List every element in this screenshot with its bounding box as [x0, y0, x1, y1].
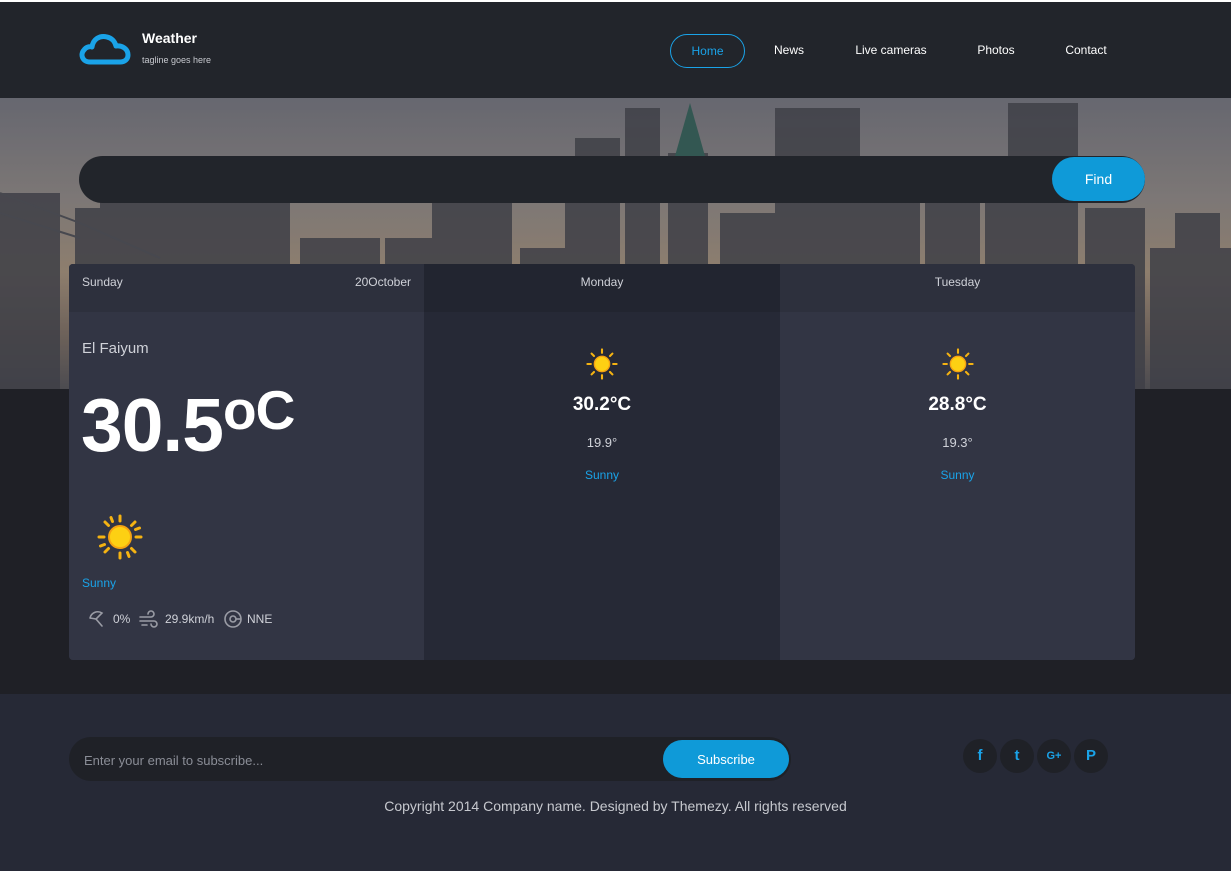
temperature-unit: oC — [222, 379, 295, 441]
email-subscribe-input[interactable] — [82, 737, 646, 783]
forecast-condition: Sunny — [584, 468, 620, 482]
forecast-day: Monday — [580, 275, 624, 289]
forecast-condition: Sunny — [940, 468, 975, 482]
forecast-low: 19.9° — [586, 435, 618, 450]
nav-photos[interactable]: Photos — [972, 34, 1020, 66]
wind-direction-value: NNE — [247, 612, 273, 626]
today-condition: Sunny — [82, 576, 117, 590]
forecast-card-tuesday: Tuesday 28.8°C 19.3° Sunny — [780, 264, 1135, 660]
copyright-text: Copyright 2014 Company name. Designed by… — [384, 798, 847, 814]
precipitation-value: 0% — [113, 612, 131, 626]
current-temperature: 30.5oC — [81, 379, 295, 468]
forecast-header: Tuesday — [780, 264, 1135, 312]
search-bar: Find — [79, 156, 1145, 205]
nav-live-cameras[interactable]: Live cameras — [852, 34, 930, 66]
wind-icon — [139, 610, 158, 628]
find-button[interactable]: Find — [1052, 157, 1145, 201]
twitter-icon[interactable]: t — [1000, 739, 1034, 773]
search-input[interactable] — [99, 156, 1043, 205]
today-date: 20October — [354, 275, 411, 289]
subscribe-button[interactable]: Subscribe — [663, 740, 789, 778]
today-day: Sunday — [82, 275, 123, 289]
main-nav: Home News Live cameras Photos Contact — [0, 34, 1231, 68]
forecast-low: 19.3° — [942, 435, 973, 450]
facebook-icon[interactable]: f — [963, 739, 997, 773]
current-temperature-value: 30.5 — [81, 383, 224, 467]
compass-icon — [224, 610, 242, 628]
today-header: Sunday 20October — [69, 264, 424, 312]
site-header: Weather tagline goes here Home News Live… — [0, 2, 1231, 98]
subscribe-form: Subscribe — [69, 737, 791, 783]
forecast-high: 30.2°C — [572, 394, 632, 415]
forecast-panel: Sunday 20October El Faiyum 30.5oC Sunny — [69, 264, 1135, 660]
today-card: Sunday 20October El Faiyum 30.5oC Sunny — [69, 264, 424, 660]
umbrella-icon — [89, 611, 104, 627]
nav-contact[interactable]: Contact — [1061, 34, 1111, 66]
forecast-high: 28.8°C — [928, 394, 987, 415]
forecast-header: Monday — [424, 264, 780, 312]
google-plus-icon[interactable]: G+ — [1037, 739, 1071, 773]
wind-speed-value: 29.9km/h — [165, 612, 215, 626]
nav-news[interactable]: News — [768, 34, 810, 66]
forecast-card-monday: Monday 30.2°C 19.9° Sunny — [424, 264, 780, 660]
forecast-day: Tuesday — [934, 275, 981, 289]
site-footer: Subscribe f t G+ P Copyright 2014 Compan… — [0, 694, 1231, 871]
nav-home[interactable]: Home — [670, 34, 745, 68]
location-name: El Faiyum — [82, 340, 149, 357]
sun-icon — [97, 514, 143, 560]
sun-icon — [586, 348, 618, 380]
sun-icon — [941, 348, 974, 380]
pinterest-icon[interactable]: P — [1074, 739, 1108, 773]
